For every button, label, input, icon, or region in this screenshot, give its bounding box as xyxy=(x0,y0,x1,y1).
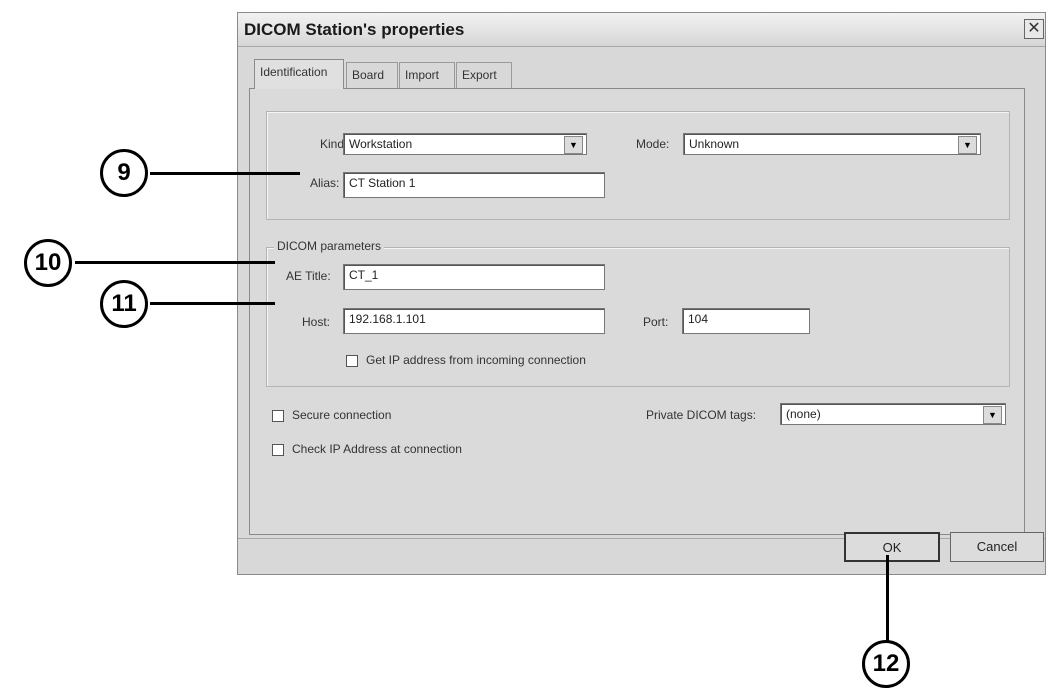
callout-11-leader xyxy=(150,302,275,305)
get-ip-label[interactable]: Get IP address from incoming connection xyxy=(366,353,586,367)
ok-button[interactable]: OK xyxy=(844,532,940,562)
host-field[interactable]: 192.168.1.101 xyxy=(343,308,605,334)
callout-12: 12 xyxy=(862,640,910,688)
tab-import[interactable]: Import xyxy=(399,62,455,88)
ae-title-label: AE Title: xyxy=(286,269,331,283)
properties-dialog: DICOM Station's properties ✕ Identificat… xyxy=(237,12,1046,575)
title-bar[interactable]: DICOM Station's properties ✕ xyxy=(238,13,1045,47)
dicom-parameters-legend: DICOM parameters xyxy=(274,239,385,253)
private-tags-dropdown[interactable]: (none) ▼ xyxy=(780,403,1006,425)
secure-connection-label[interactable]: Secure connection xyxy=(292,408,391,422)
chevron-down-icon[interactable]: ▼ xyxy=(958,136,977,154)
callout-11: 11 xyxy=(100,280,148,328)
alias-label: Alias: xyxy=(310,176,340,190)
mode-dropdown[interactable]: Unknown ▼ xyxy=(683,133,981,155)
chevron-down-icon[interactable]: ▼ xyxy=(564,136,583,154)
secure-connection-checkbox[interactable] xyxy=(272,410,284,422)
alias-field[interactable]: CT Station 1 xyxy=(343,172,605,198)
port-label: Port: xyxy=(643,315,669,329)
chevron-down-icon[interactable]: ▼ xyxy=(983,406,1002,424)
cancel-button[interactable]: Cancel xyxy=(950,532,1044,562)
kind-value: Workstation xyxy=(349,137,413,151)
callout-9-leader xyxy=(150,172,300,175)
private-tags-label: Private DICOM tags: xyxy=(646,408,757,422)
callout-10-leader xyxy=(75,261,275,264)
check-ip-label[interactable]: Check IP Address at connection xyxy=(292,442,462,456)
kind-dropdown[interactable]: Workstation ▼ xyxy=(343,133,587,155)
tab-board[interactable]: Board xyxy=(346,62,398,88)
window-title: DICOM Station's properties xyxy=(244,20,465,39)
get-ip-checkbox[interactable] xyxy=(346,355,358,367)
callout-9: 9 xyxy=(100,149,148,197)
ae-title-field[interactable]: CT_1 xyxy=(343,264,605,290)
host-label: Host: xyxy=(302,315,331,329)
callout-10: 10 xyxy=(24,239,72,287)
tab-identification[interactable]: Identification xyxy=(254,59,344,89)
mode-value: Unknown xyxy=(689,137,740,151)
tab-export[interactable]: Export xyxy=(456,62,512,88)
private-tags-value: (none) xyxy=(786,407,821,421)
mode-label: Mode: xyxy=(636,137,670,151)
port-field[interactable]: 104 xyxy=(682,308,810,334)
close-icon[interactable]: ✕ xyxy=(1024,19,1044,39)
identity-groupbox xyxy=(266,111,1010,220)
identification-panel: Kind: Workstation ▼ Mode: Unknown ▼ Alia… xyxy=(249,88,1025,535)
callout-12-leader xyxy=(886,555,889,653)
check-ip-checkbox[interactable] xyxy=(272,444,284,456)
